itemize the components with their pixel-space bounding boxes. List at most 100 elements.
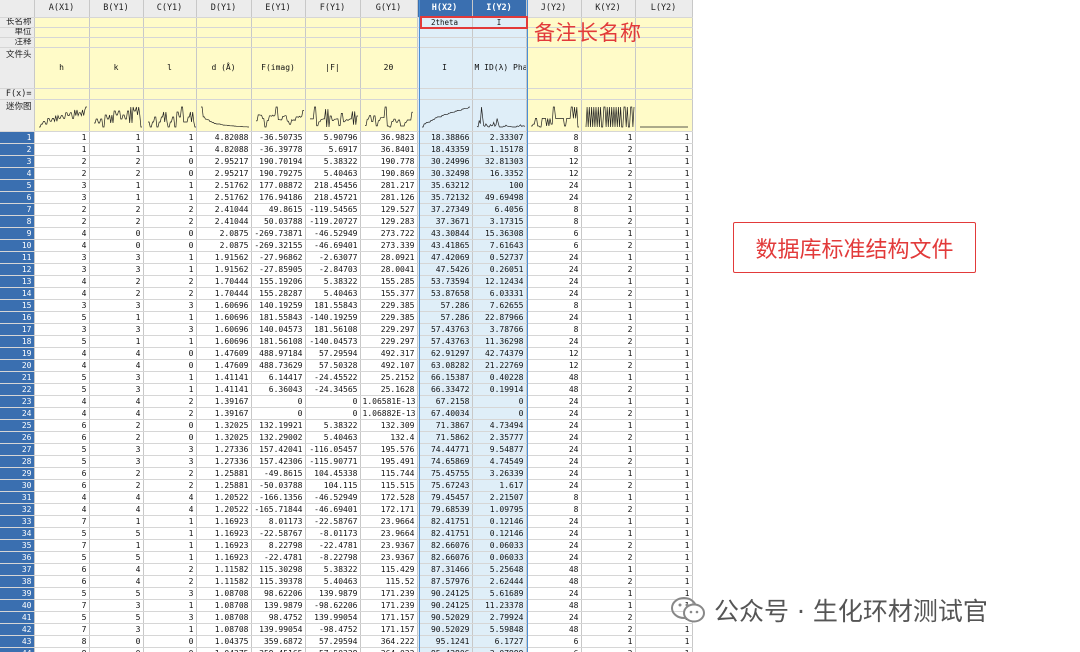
data-cell[interactable]: 1 [581, 635, 636, 648]
row-number[interactable]: 9 [0, 227, 35, 240]
sparkline-cell[interactable] [472, 99, 527, 132]
column-header[interactable]: C(Y1) [143, 0, 197, 18]
data-cell[interactable]: 171.239 [360, 587, 418, 600]
data-cell[interactable]: 6 [526, 647, 582, 652]
long-name-row-cell[interactable] [305, 17, 361, 28]
sparkline-cell[interactable] [417, 99, 473, 132]
worksheet[interactable]: A(X1) B(Y1) C(Y1) D(Y1) E(Y1) F(Y1) G(Y1) H(X2)… [0, 0, 694, 652]
data-cell[interactable]: 6.14417 [251, 371, 306, 384]
data-cell[interactable]: 8 [526, 215, 582, 228]
column-header[interactable]: H(X2) [417, 0, 473, 18]
data-cell[interactable]: 6 [34, 419, 90, 432]
data-cell[interactable]: 1 [635, 395, 693, 408]
data-cell[interactable]: 28.0921 [360, 251, 418, 264]
data-cell[interactable]: 1 [143, 551, 197, 564]
data-cell[interactable]: 1 [143, 599, 197, 612]
data-cell[interactable]: 5 [89, 611, 144, 624]
data-cell[interactable]: 1 [635, 515, 693, 528]
data-cell[interactable]: 190.778 [360, 155, 418, 168]
column-header[interactable]: J(Y2) [526, 0, 582, 18]
data-cell[interactable]: 7 [34, 599, 90, 612]
row-number[interactable]: 5 [0, 179, 35, 192]
data-cell[interactable]: 4.74549 [472, 455, 527, 468]
data-cell[interactable]: 218.45721 [305, 191, 361, 204]
data-cell[interactable]: 157.42306 [251, 455, 306, 468]
data-cell[interactable]: 4.82088 [196, 131, 252, 144]
data-cell[interactable]: 1 [635, 479, 693, 492]
data-cell[interactable]: -166.1356 [251, 491, 306, 504]
data-cell[interactable]: 155.28287 [251, 287, 306, 300]
data-cell[interactable]: 1.60696 [196, 299, 252, 312]
data-cell[interactable]: 24 [526, 419, 582, 432]
data-cell[interactable]: 1 [143, 179, 197, 192]
data-cell[interactable]: 24 [526, 551, 582, 564]
data-cell[interactable]: 281.126 [360, 191, 418, 204]
data-cell[interactable]: 7 [34, 623, 90, 636]
formula-cell[interactable] [417, 88, 473, 100]
data-cell[interactable]: 24 [526, 455, 582, 468]
data-cell[interactable]: 6 [526, 635, 582, 648]
data-cell[interactable]: 48 [526, 599, 582, 612]
sparkline-cell[interactable] [360, 99, 418, 132]
data-cell[interactable]: 24 [526, 335, 582, 348]
data-cell[interactable]: 1 [581, 515, 636, 528]
data-cell[interactable]: 2 [143, 479, 197, 492]
data-cell[interactable]: 0 [472, 407, 527, 420]
data-cell[interactable]: 47.5426 [417, 263, 473, 276]
data-cell[interactable]: 4 [34, 503, 90, 516]
data-cell[interactable]: 1 [635, 191, 693, 204]
data-cell[interactable]: 1.91562 [196, 251, 252, 264]
data-cell[interactable]: 281.217 [360, 179, 418, 192]
data-cell[interactable]: 1.25881 [196, 479, 252, 492]
file-header-cell[interactable]: I [417, 47, 473, 89]
data-cell[interactable]: 24 [526, 287, 582, 300]
data-cell[interactable]: 5 [34, 311, 90, 324]
data-cell[interactable]: 1 [635, 143, 693, 156]
data-cell[interactable]: 1 [635, 431, 693, 444]
data-cell[interactable]: 1.617 [472, 479, 527, 492]
data-cell[interactable]: 172.528 [360, 491, 418, 504]
row-number[interactable]: 33 [0, 515, 35, 528]
data-cell[interactable]: 0 [472, 395, 527, 408]
data-cell[interactable]: 24 [526, 587, 582, 600]
data-cell[interactable]: 1 [635, 419, 693, 432]
data-cell[interactable]: 229.297 [360, 335, 418, 348]
data-cell[interactable]: 2 [143, 215, 197, 228]
data-cell[interactable]: 6.03331 [472, 287, 527, 300]
data-cell[interactable]: 2 [89, 467, 144, 480]
sparkline-cell[interactable] [581, 99, 636, 132]
data-cell[interactable]: 1.47609 [196, 359, 252, 372]
data-cell[interactable]: 1 [581, 299, 636, 312]
data-cell[interactable]: 1 [143, 143, 197, 156]
data-cell[interactable]: 1 [89, 335, 144, 348]
data-cell[interactable]: 7.62655 [472, 299, 527, 312]
formula-cell[interactable] [472, 88, 527, 100]
data-cell[interactable]: 1 [143, 623, 197, 636]
data-cell[interactable]: 1 [635, 179, 693, 192]
data-cell[interactable]: 1 [89, 191, 144, 204]
data-cell[interactable]: 5.61689 [472, 587, 527, 600]
data-cell[interactable]: 4 [143, 503, 197, 516]
data-cell[interactable]: 98.4752 [251, 611, 306, 624]
data-cell[interactable]: 1 [581, 491, 636, 504]
data-cell[interactable]: 1 [89, 539, 144, 552]
data-cell[interactable]: 57.286 [417, 299, 473, 312]
data-cell[interactable]: 6 [34, 431, 90, 444]
data-cell[interactable]: 11.23378 [472, 599, 527, 612]
data-cell[interactable]: 3 [34, 299, 90, 312]
data-grid[interactable]: A(X1) B(Y1) C(Y1) D(Y1) E(Y1) F(Y1) G(Y1) H(X2)… [0, 0, 693, 652]
data-cell[interactable]: 4 [34, 347, 90, 360]
data-cell[interactable]: 5 [34, 527, 90, 540]
data-cell[interactable]: 24 [526, 467, 582, 480]
row-number[interactable]: 12 [0, 263, 35, 276]
data-cell[interactable]: 4 [34, 491, 90, 504]
data-cell[interactable]: 488.97184 [251, 347, 306, 360]
data-cell[interactable]: 2 [581, 359, 636, 372]
data-cell[interactable]: 155.285 [360, 275, 418, 288]
data-cell[interactable]: 3 [34, 323, 90, 336]
data-cell[interactable]: 3.26339 [472, 467, 527, 480]
units-row-cell[interactable] [251, 27, 306, 38]
data-cell[interactable]: 23.9664 [360, 515, 418, 528]
data-cell[interactable]: 24 [526, 479, 582, 492]
data-cell[interactable]: 1 [635, 563, 693, 576]
